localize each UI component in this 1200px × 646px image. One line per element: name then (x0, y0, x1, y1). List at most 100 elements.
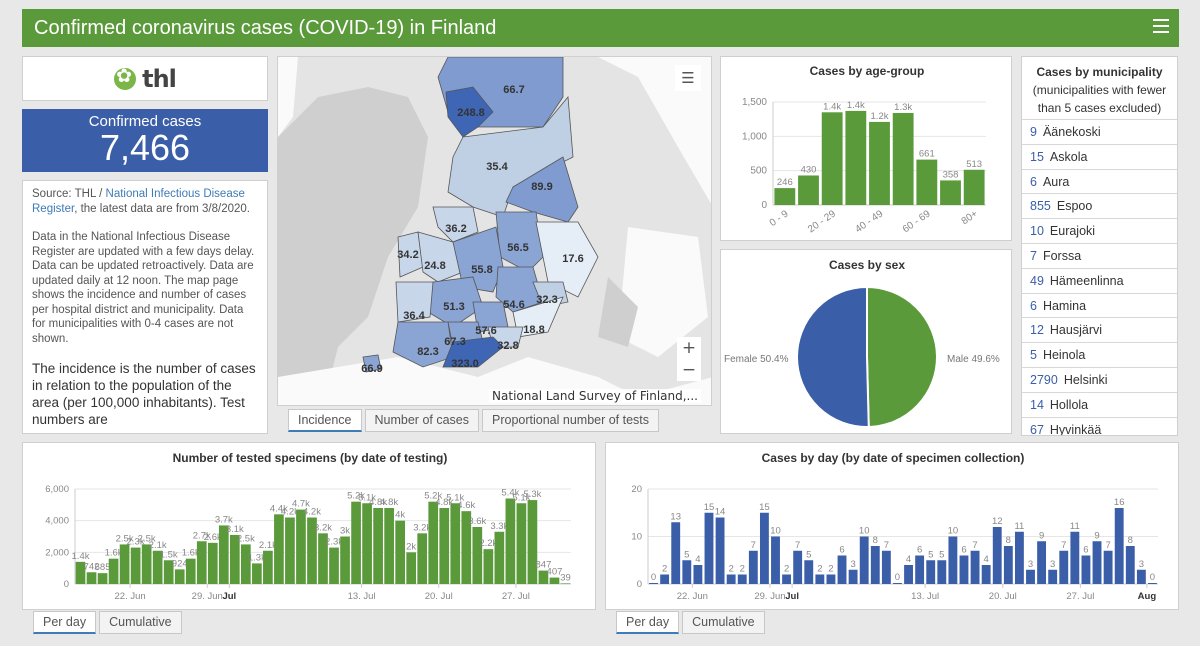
bar[interactable] (704, 512, 714, 584)
pie-slice[interactable] (866, 285, 938, 429)
finland-map[interactable]: 66.7 248.8 35.4 89.9 36.2 56.5 17.6 34.2… (277, 56, 712, 406)
bar[interactable] (108, 558, 119, 584)
tab-number-of-cases[interactable]: Number of cases (364, 409, 479, 432)
tab-cumulative[interactable]: Cumulative (682, 611, 765, 634)
bar[interactable] (428, 501, 439, 584)
bar[interactable] (1092, 541, 1102, 584)
bar[interactable] (892, 112, 914, 205)
municipality-list[interactable]: Cases by municipality (municipalities wi… (1021, 56, 1178, 436)
bar[interactable] (915, 555, 925, 585)
bar[interactable] (837, 555, 847, 585)
bar[interactable] (1070, 531, 1080, 584)
bar[interactable] (948, 536, 958, 585)
bar[interactable] (671, 522, 681, 584)
bar[interactable] (881, 550, 891, 584)
legend-list-icon[interactable]: ☰ (675, 65, 701, 91)
bar[interactable] (1026, 569, 1035, 584)
bar[interactable] (782, 574, 792, 585)
bar[interactable] (981, 565, 991, 584)
zoom-out-button[interactable]: − (677, 359, 701, 381)
bar[interactable] (859, 536, 869, 585)
bar[interactable] (1125, 546, 1135, 584)
bar[interactable] (748, 550, 758, 584)
bar[interactable] (340, 536, 350, 585)
municipality-row[interactable]: 6 Hamina (1022, 292, 1177, 318)
bar[interactable] (185, 558, 196, 584)
bar[interactable] (406, 552, 417, 584)
bar[interactable] (1014, 531, 1024, 584)
bar[interactable] (505, 498, 516, 585)
bar[interactable] (472, 527, 483, 584)
bar[interactable] (439, 508, 450, 584)
bar[interactable] (845, 110, 867, 205)
municipality-row[interactable]: 5 Heinola (1022, 342, 1177, 367)
bar[interactable] (252, 563, 262, 584)
bar[interactable] (693, 565, 703, 584)
bar[interactable] (821, 112, 843, 205)
bar[interactable] (263, 550, 273, 584)
bar[interactable] (130, 547, 141, 584)
bar[interactable] (870, 546, 880, 584)
bar[interactable] (826, 574, 836, 585)
municipality-row[interactable]: 7 Forssa (1022, 242, 1177, 268)
bar[interactable] (848, 569, 858, 584)
bar[interactable] (86, 572, 97, 584)
tab-proportional-tests[interactable]: Proportional number of tests (482, 409, 660, 432)
bar[interactable] (373, 508, 383, 584)
bar[interactable] (483, 549, 494, 584)
municipality-row[interactable]: 67 Hyvinkää (1022, 416, 1177, 435)
bar[interactable] (793, 550, 803, 584)
bar[interactable] (174, 569, 185, 584)
hamburger-menu-icon[interactable] (1153, 19, 1169, 33)
bar[interactable] (417, 533, 428, 584)
bar[interactable] (296, 509, 306, 584)
bar[interactable] (940, 180, 961, 205)
bar[interactable] (970, 550, 980, 584)
bar[interactable] (450, 503, 461, 584)
bar[interactable] (1103, 550, 1113, 584)
municipality-row[interactable]: 855 Espoo (1022, 193, 1177, 218)
tab-incidence[interactable]: Incidence (288, 409, 362, 432)
municipality-row[interactable]: 6 Aura (1022, 168, 1177, 194)
pie-slice[interactable] (796, 285, 870, 428)
bar[interactable] (196, 541, 207, 584)
bar[interactable] (1048, 569, 1058, 584)
bar[interactable] (759, 512, 769, 584)
map-attribution[interactable]: National Land Survey of Finland,... (489, 389, 701, 403)
bar[interactable] (274, 514, 284, 584)
municipality-row[interactable]: 9 Äänekoski (1022, 119, 1177, 144)
bar[interactable] (395, 520, 406, 584)
bar[interactable] (119, 544, 130, 584)
bar[interactable] (916, 159, 938, 205)
bar[interactable] (494, 531, 505, 584)
bar[interactable] (992, 527, 1002, 584)
bar[interactable] (737, 574, 747, 585)
bar[interactable] (207, 542, 218, 584)
bar[interactable] (774, 188, 796, 205)
tab-per-day[interactable]: Per day (616, 611, 680, 634)
municipality-row[interactable]: 2790 Helsinki (1022, 366, 1177, 392)
map-canvas[interactable]: 66.7 248.8 35.4 89.9 36.2 56.5 17.6 34.2… (278, 57, 712, 406)
bar[interactable] (1037, 541, 1047, 584)
bar[interactable] (715, 517, 725, 585)
bar[interactable] (527, 500, 538, 584)
bar[interactable] (815, 574, 825, 585)
bar[interactable] (240, 544, 251, 584)
bar[interactable] (1081, 555, 1091, 585)
bar[interactable] (959, 555, 969, 585)
tab-per-day[interactable]: Per day (33, 611, 97, 634)
bar[interactable] (963, 169, 985, 205)
bar[interactable] (560, 583, 571, 584)
municipality-row[interactable]: 15 Askola (1022, 143, 1177, 169)
bar[interactable] (97, 573, 108, 584)
bar[interactable] (384, 508, 394, 584)
municipality-row[interactable]: 10 Eurajoki (1022, 218, 1177, 243)
bar[interactable] (516, 503, 527, 584)
bar[interactable] (1059, 550, 1069, 584)
bar[interactable] (660, 574, 670, 585)
bar[interactable] (351, 501, 361, 584)
bar[interactable] (1114, 508, 1124, 584)
bar[interactable] (726, 574, 736, 585)
bar[interactable] (1136, 569, 1146, 584)
bar[interactable] (1003, 546, 1013, 584)
